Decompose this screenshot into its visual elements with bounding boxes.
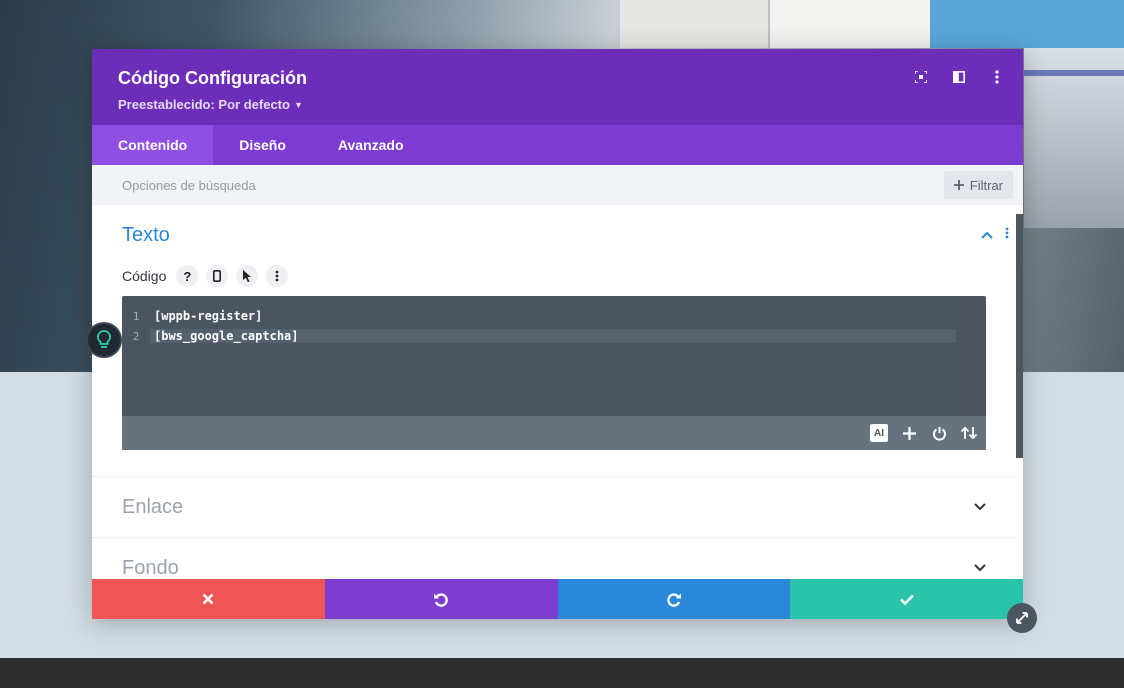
fullscreen-icon[interactable] — [913, 69, 929, 85]
plus-icon — [953, 178, 964, 193]
more-vertical-icon[interactable] — [1005, 226, 1009, 244]
page-footer — [0, 658, 1124, 688]
section-divider — [92, 537, 1016, 538]
code-editor[interactable]: 1 [wppb-register] 2 [bws_google_captcha]… — [122, 296, 986, 450]
mobile-icon[interactable] — [206, 265, 229, 287]
sort-icon[interactable] — [960, 424, 978, 442]
tab-bar: Contenido Diseño Avanzado — [92, 125, 1023, 165]
chevron-down-icon[interactable] — [974, 559, 986, 577]
background-decor — [930, 0, 1124, 48]
ai-button[interactable]: AI — [870, 424, 888, 442]
plus-icon[interactable] — [900, 424, 918, 442]
code-line[interactable]: 1 [wppb-register] — [122, 306, 986, 326]
power-icon[interactable] — [930, 424, 948, 442]
resize-icon[interactable] — [1007, 603, 1037, 633]
scrollbar-thumb[interactable] — [1016, 214, 1023, 458]
code-text: [wppb-register] — [154, 309, 263, 323]
filter-button[interactable]: Filtrar — [943, 171, 1013, 199]
line-number: 2 — [132, 329, 140, 343]
cancel-button[interactable] — [92, 579, 325, 619]
section-enlace-header[interactable]: Enlace — [122, 491, 986, 523]
search-input[interactable]: Opciones de búsqueda — [122, 178, 256, 193]
more-vertical-icon[interactable] — [266, 265, 289, 287]
check-icon — [899, 594, 914, 605]
tab-contenido[interactable]: Contenido — [92, 125, 214, 165]
section-title: Texto — [122, 223, 170, 246]
field-label: Código — [122, 268, 167, 284]
split-view-icon[interactable] — [951, 69, 967, 85]
undo-icon — [434, 592, 448, 607]
background-decor — [620, 0, 768, 48]
settings-modal: Código Configuración Preestablecido: Por… — [92, 49, 1023, 619]
tab-avanzado[interactable]: Avanzado — [312, 125, 430, 165]
preset-label: Preestablecido: Por defecto — [118, 97, 290, 112]
chevron-up-icon[interactable] — [981, 226, 993, 244]
field-header: Código ? — [122, 265, 993, 287]
undo-button[interactable] — [324, 579, 558, 619]
redo-button[interactable] — [557, 579, 791, 619]
modal-header[interactable]: Código Configuración Preestablecido: Por… — [92, 49, 1023, 125]
section-title: Enlace — [122, 495, 184, 518]
chevron-down-icon[interactable] — [974, 498, 986, 516]
help-icon[interactable]: ? — [176, 265, 199, 287]
redo-icon — [667, 592, 681, 607]
modal-footer — [92, 579, 1023, 619]
more-vertical-icon[interactable] — [989, 69, 1005, 85]
ai-label: AI — [870, 424, 888, 442]
caret-down-icon: ▼ — [293, 99, 303, 110]
close-icon — [202, 593, 214, 605]
save-button[interactable] — [790, 579, 1023, 619]
search-bar: Opciones de búsqueda Filtrar — [92, 165, 1023, 205]
line-number: 1 — [132, 309, 140, 323]
code-text: [bws_google_captcha] — [150, 329, 956, 343]
background-decor — [1016, 70, 1124, 76]
tab-diseno[interactable]: Diseño — [213, 125, 312, 165]
code-line[interactable]: 2 [bws_google_captcha] — [122, 326, 986, 346]
background-decor — [770, 0, 930, 48]
preset-selector[interactable]: Preestablecido: Por defecto ▼ — [118, 97, 997, 112]
cursor-icon[interactable] — [236, 265, 259, 287]
section-title: Fondo — [122, 556, 179, 579]
editor-toolbar: AI — [122, 416, 986, 450]
modal-title: Código Configuración — [118, 68, 307, 88]
section-texto-header[interactable]: Texto — [122, 205, 1009, 265]
section-divider — [92, 476, 1016, 477]
lightbulb-icon[interactable] — [86, 322, 122, 358]
filter-label: Filtrar — [969, 177, 1003, 193]
